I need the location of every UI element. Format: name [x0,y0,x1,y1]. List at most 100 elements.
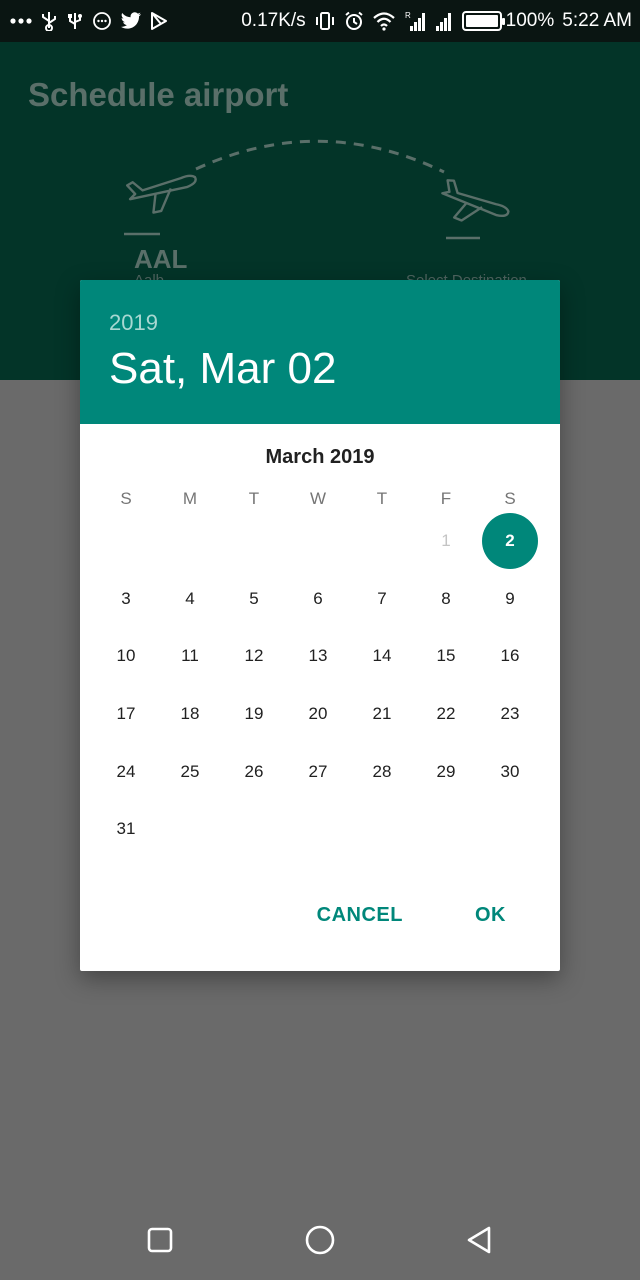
day-cell[interactable]: 16 [478,627,542,685]
day-number: 28 [372,761,392,781]
day-cell-selected[interactable]: 2 [478,512,542,570]
day-cell[interactable]: 27 [286,743,350,801]
day-cell[interactable]: 5 [222,570,286,628]
day-cell[interactable]: 28 [350,743,414,801]
day-cell[interactable]: 3 [94,570,158,628]
status-left-icons [10,10,168,32]
day-number: 25 [180,761,200,781]
vibrate-icon [314,10,336,32]
day-number: 2 [482,512,538,569]
day-cell[interactable]: 10 [94,627,158,685]
day-cell[interactable]: 13 [286,627,350,685]
weekday-label: S [504,489,516,508]
day-number: 14 [372,646,392,666]
weekday-label: W [309,489,327,508]
day-number: 29 [436,761,456,781]
day-number: 16 [500,646,520,666]
day-cell[interactable]: 9 [478,570,542,628]
day-number: 15 [436,646,456,666]
empty-day-cell [158,512,222,570]
network-speed: 0.17K/s [241,10,306,31]
day-number: 30 [500,761,520,781]
signal-icon [434,10,454,32]
ok-button[interactable]: OK [475,904,506,927]
day-number: 27 [308,761,328,781]
day-number: 23 [500,703,520,723]
wifi-icon [372,10,396,32]
day-cell[interactable]: 11 [158,627,222,685]
navigation-bar [0,1200,640,1280]
day-cell[interactable]: 19 [222,685,286,743]
weekday-label: M [182,489,198,508]
selected-date-label[interactable]: Sat, Mar 02 [109,344,531,394]
day-number: 3 [121,588,131,608]
day-cell[interactable]: 26 [222,743,286,801]
dialog-actions: CANCEL OK [317,904,506,927]
day-cell: 1 [414,512,478,570]
day-number: 9 [505,588,515,608]
recents-square-icon[interactable] [140,1220,180,1260]
day-number: 18 [180,703,200,723]
day-cell[interactable]: 25 [158,743,222,801]
day-number: 24 [116,761,136,781]
empty-day-cell [94,512,158,570]
day-number: 5 [249,588,259,608]
flight-route-illustration [124,139,510,240]
day-number: 11 [181,646,199,666]
cancel-button[interactable]: CANCEL [317,904,403,927]
empty-day-cell [222,512,286,570]
signal-r-icon: R [404,10,426,32]
day-cell[interactable]: 30 [478,743,542,801]
day-number: 19 [244,703,264,723]
day-number: 22 [436,703,456,723]
date-picker-dialog: 2019 Sat, Mar 02 March 2019 SMTWTFS 1234… [80,280,560,971]
day-cell[interactable]: 20 [286,685,350,743]
day-number: 8 [441,588,451,608]
day-cell[interactable]: 14 [350,627,414,685]
day-cell[interactable]: 12 [222,627,286,685]
day-cell[interactable]: 29 [414,743,478,801]
day-cell[interactable]: 4 [158,570,222,628]
departure-plane-icon [126,174,197,214]
day-number: 21 [372,703,392,723]
calendar-grid: 1 2 3 4 5 6 7 8 9 10 11 12 13 14 15 16 17 18 19 20 21 22 23 24 2… [80,512,560,858]
battery-icon [461,11,505,31]
day-cell[interactable]: 8 [414,570,478,628]
status-bar: 0.17K/s R 100% 5:22 AM [0,0,640,42]
day-cell[interactable]: 15 [414,627,478,685]
day-cell[interactable]: 6 [286,570,350,628]
battery-percent: 100% [505,10,555,31]
day-cell[interactable]: 24 [94,743,158,801]
day-cell[interactable]: 23 [478,685,542,743]
usb-icon [40,10,58,32]
date-picker-header: 2019 Sat, Mar 02 [80,280,560,424]
weekday-header: SMTWTFS [80,488,560,510]
day-cell[interactable]: 18 [158,685,222,743]
play-store-icon [150,10,168,32]
day-cell[interactable]: 22 [414,685,478,743]
home-circle-icon[interactable] [300,1220,340,1260]
day-cell[interactable]: 7 [350,570,414,628]
empty-day-cell [286,512,350,570]
year-selector[interactable]: 2019 [109,310,531,336]
day-cell[interactable]: 21 [350,685,414,743]
clock: 5:22 AM [562,10,632,31]
arrival-plane-icon [441,179,510,222]
usb-debug-icon [66,10,84,32]
day-number: 1 [441,530,451,550]
day-number: 17 [116,703,136,723]
day-number: 10 [116,646,136,666]
chat-icon [92,10,112,32]
empty-day-cell [350,512,414,570]
svg-text:R: R [405,11,411,20]
origin-airport-code[interactable]: AAL [134,244,187,275]
day-number: 4 [185,588,195,608]
back-triangle-icon[interactable] [460,1220,500,1260]
day-cell[interactable]: 17 [94,685,158,743]
weekday-label: F [440,489,452,508]
route-arc-dashed [195,139,445,174]
day-number: 26 [244,761,264,781]
twitter-icon [120,10,142,32]
day-cell[interactable]: 31 [94,800,158,858]
day-number: 6 [313,588,323,608]
